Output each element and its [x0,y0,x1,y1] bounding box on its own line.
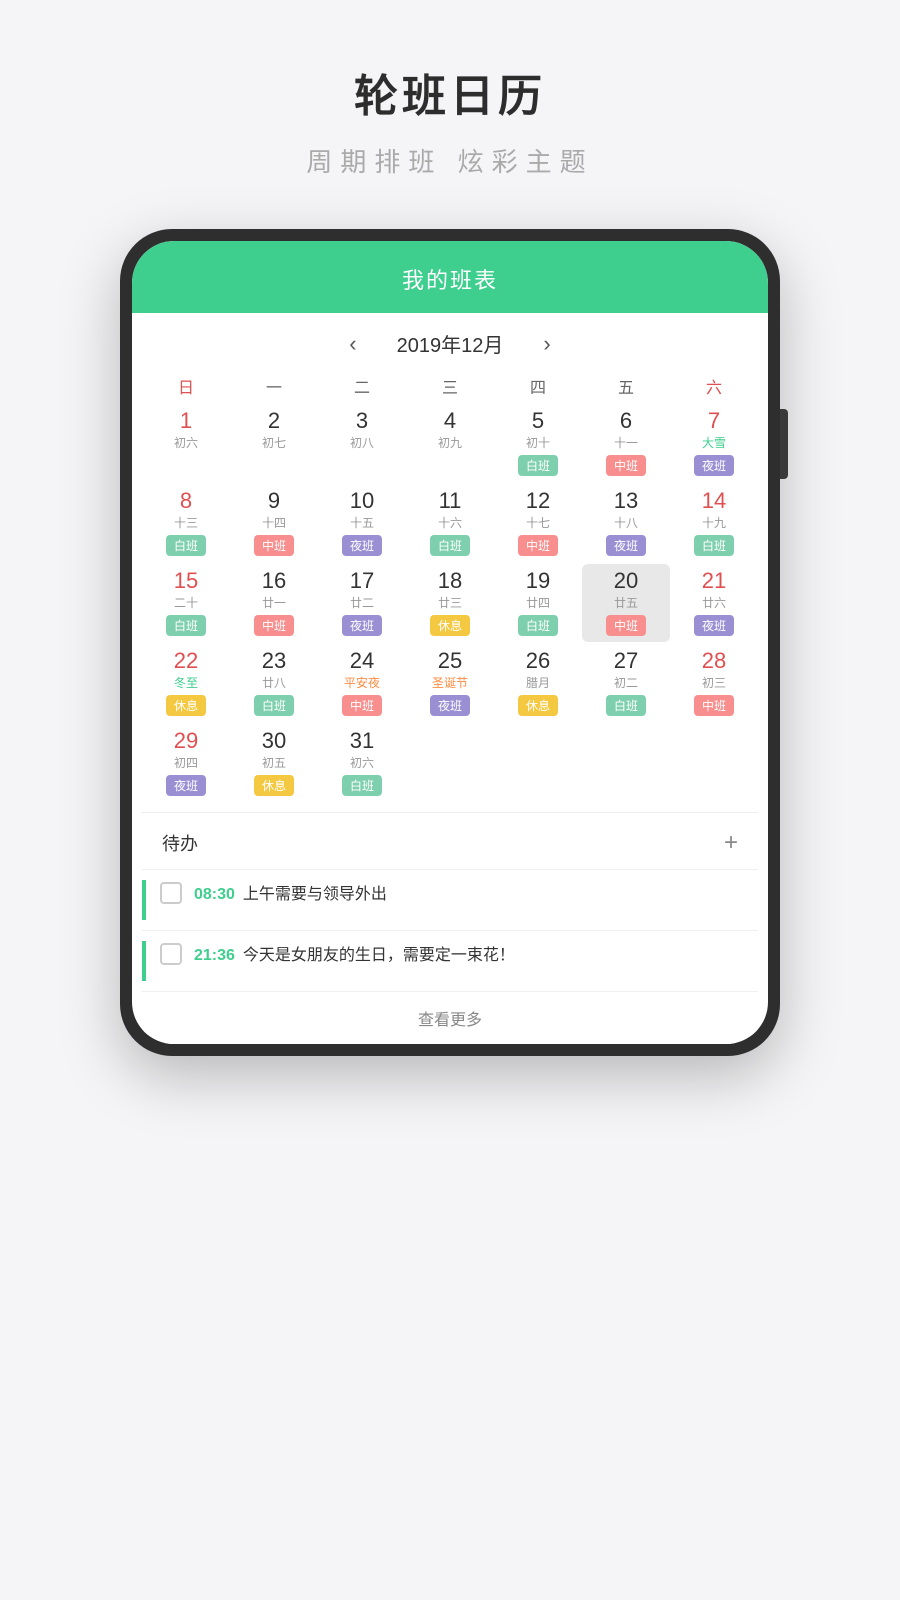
calendar-cell[interactable] [494,724,582,802]
shift-badge: 白班 [254,695,294,716]
app-title: 轮班日历 [354,60,546,124]
calendar-cell[interactable]: 11十六白班 [406,484,494,562]
calendar-cell[interactable]: 25圣诞节夜班 [406,644,494,722]
calendar-header: 我的班表 [132,241,768,313]
calendar-cell[interactable]: 13十八夜班 [582,484,670,562]
week-day-三: 三 [406,368,494,404]
shift-badge: 夜班 [606,535,646,556]
calendar-cell[interactable]: 31初六白班 [318,724,406,802]
shift-badge: 夜班 [342,615,382,636]
todo-content: 21:36 今天是女朋友的生日，需要定一束花！ [194,941,738,965]
calendar-cell[interactable]: 3初八 [318,404,406,482]
calendar-cell[interactable]: 12十七中班 [494,484,582,562]
shift-badge: 白班 [694,535,734,556]
shift-badge: 夜班 [694,615,734,636]
calendar-cell[interactable]: 18廿三休息 [406,564,494,642]
add-todo-button[interactable]: + [724,829,738,857]
todo-content: 08:30 上午需要与领导外出 [194,880,738,904]
calendar-cell[interactable]: 2初七 [230,404,318,482]
next-month-button[interactable]: › [543,331,550,357]
calendar-cell[interactable]: 1初六 [142,404,230,482]
shift-badge: 白班 [430,535,470,556]
calendar-cell[interactable]: 14十九白班 [670,484,758,562]
calendar-cell[interactable]: 4初九 [406,404,494,482]
week-day-六: 六 [670,368,758,404]
shift-badge: 白班 [518,615,558,636]
todo-header: 待办 + [142,813,758,869]
calendar-cell[interactable]: 30初五休息 [230,724,318,802]
shift-badge: 休息 [430,615,470,636]
calendar-cell[interactable]: 21廿六夜班 [670,564,758,642]
calendar-cell[interactable]: 16廿一中班 [230,564,318,642]
todo-time: 08:30 [194,886,235,903]
todo-section: 待办 + 08:30 上午需要与领导外出 21:36 今天是女朋友的生日，需要定一束花… [142,812,758,1044]
calendar-cell[interactable]: 6十一中班 [582,404,670,482]
week-day-四: 四 [494,368,582,404]
todo-bar [142,880,146,920]
calendar-cell[interactable]: 20廿五中班 [582,564,670,642]
calendar-cell[interactable]: 10十五夜班 [318,484,406,562]
todo-time: 21:36 [194,947,235,964]
calendar-cell[interactable]: 28初三中班 [670,644,758,722]
shift-badge: 中班 [606,615,646,636]
shift-badge: 夜班 [342,535,382,556]
shift-badge: 白班 [166,615,206,636]
shift-badge: 中班 [342,695,382,716]
shift-badge: 白班 [518,455,558,476]
calendar-grid: 1初六2初七3初八4初九5初十白班6十一中班7大雪夜班 8十三白班9十四中班10十… [132,404,768,812]
todo-list: 08:30 上午需要与领导外出 21:36 今天是女朋友的生日，需要定一束花！ [142,869,758,991]
calendar-cell[interactable]: 9十四中班 [230,484,318,562]
calendar-cell[interactable]: 17廿二夜班 [318,564,406,642]
month-nav: ‹ 2019年12月 › [132,313,768,368]
week-day-一: 一 [230,368,318,404]
shift-badge: 休息 [254,775,294,796]
calendar-cell[interactable]: 23廿八白班 [230,644,318,722]
week-day-日: 日 [142,368,230,404]
calendar-cell[interactable]: 26腊月休息 [494,644,582,722]
shift-badge: 中班 [254,615,294,636]
calendar-cell[interactable] [406,724,494,802]
calendar-cell[interactable]: 27初二白班 [582,644,670,722]
calendar-cell[interactable] [670,724,758,802]
calendar-cell[interactable]: 7大雪夜班 [670,404,758,482]
week-day-五: 五 [582,368,670,404]
shift-badge: 白班 [606,695,646,716]
todo-text: 今天是女朋友的生日，需要定一束花！ [243,947,515,964]
shift-badge: 白班 [166,535,206,556]
shift-badge: 夜班 [166,775,206,796]
shift-badge: 中班 [518,535,558,556]
todo-more-button[interactable]: 查看更多 [142,991,758,1044]
calendar-cell[interactable] [582,724,670,802]
phone-inner: 我的班表 ‹ 2019年12月 › 日一二三四五六 1初六2初七3初八4初九5初… [132,241,768,1044]
shift-badge: 休息 [518,695,558,716]
shift-badge: 中班 [606,455,646,476]
todo-title: 待办 [162,830,198,856]
phone-frame: 我的班表 ‹ 2019年12月 › 日一二三四五六 1初六2初七3初八4初九5初… [120,229,780,1056]
calendar-cell[interactable]: 24平安夜中班 [318,644,406,722]
shift-badge: 夜班 [694,455,734,476]
month-label: 2019年12月 [397,329,504,358]
shift-badge: 中班 [254,535,294,556]
prev-month-button[interactable]: ‹ [349,331,356,357]
week-day-二: 二 [318,368,406,404]
todo-bar [142,941,146,981]
calendar-cell[interactable]: 15二十白班 [142,564,230,642]
todo-item[interactable]: 21:36 今天是女朋友的生日，需要定一束花！ [142,930,758,991]
week-header: 日一二三四五六 [132,368,768,404]
calendar-cell[interactable]: 19廿四白班 [494,564,582,642]
calendar-cell[interactable]: 8十三白班 [142,484,230,562]
shift-badge: 白班 [342,775,382,796]
todo-checkbox[interactable] [160,943,182,965]
app-subtitle: 周期排班 炫彩主题 [306,142,593,179]
shift-badge: 夜班 [430,695,470,716]
shift-badge: 休息 [166,695,206,716]
todo-item[interactable]: 08:30 上午需要与领导外出 [142,869,758,930]
calendar-cell[interactable]: 22冬至休息 [142,644,230,722]
calendar-cell[interactable]: 29初四夜班 [142,724,230,802]
todo-checkbox[interactable] [160,882,182,904]
shift-badge: 中班 [694,695,734,716]
calendar-cell[interactable]: 5初十白班 [494,404,582,482]
todo-text: 上午需要与领导外出 [243,886,387,903]
